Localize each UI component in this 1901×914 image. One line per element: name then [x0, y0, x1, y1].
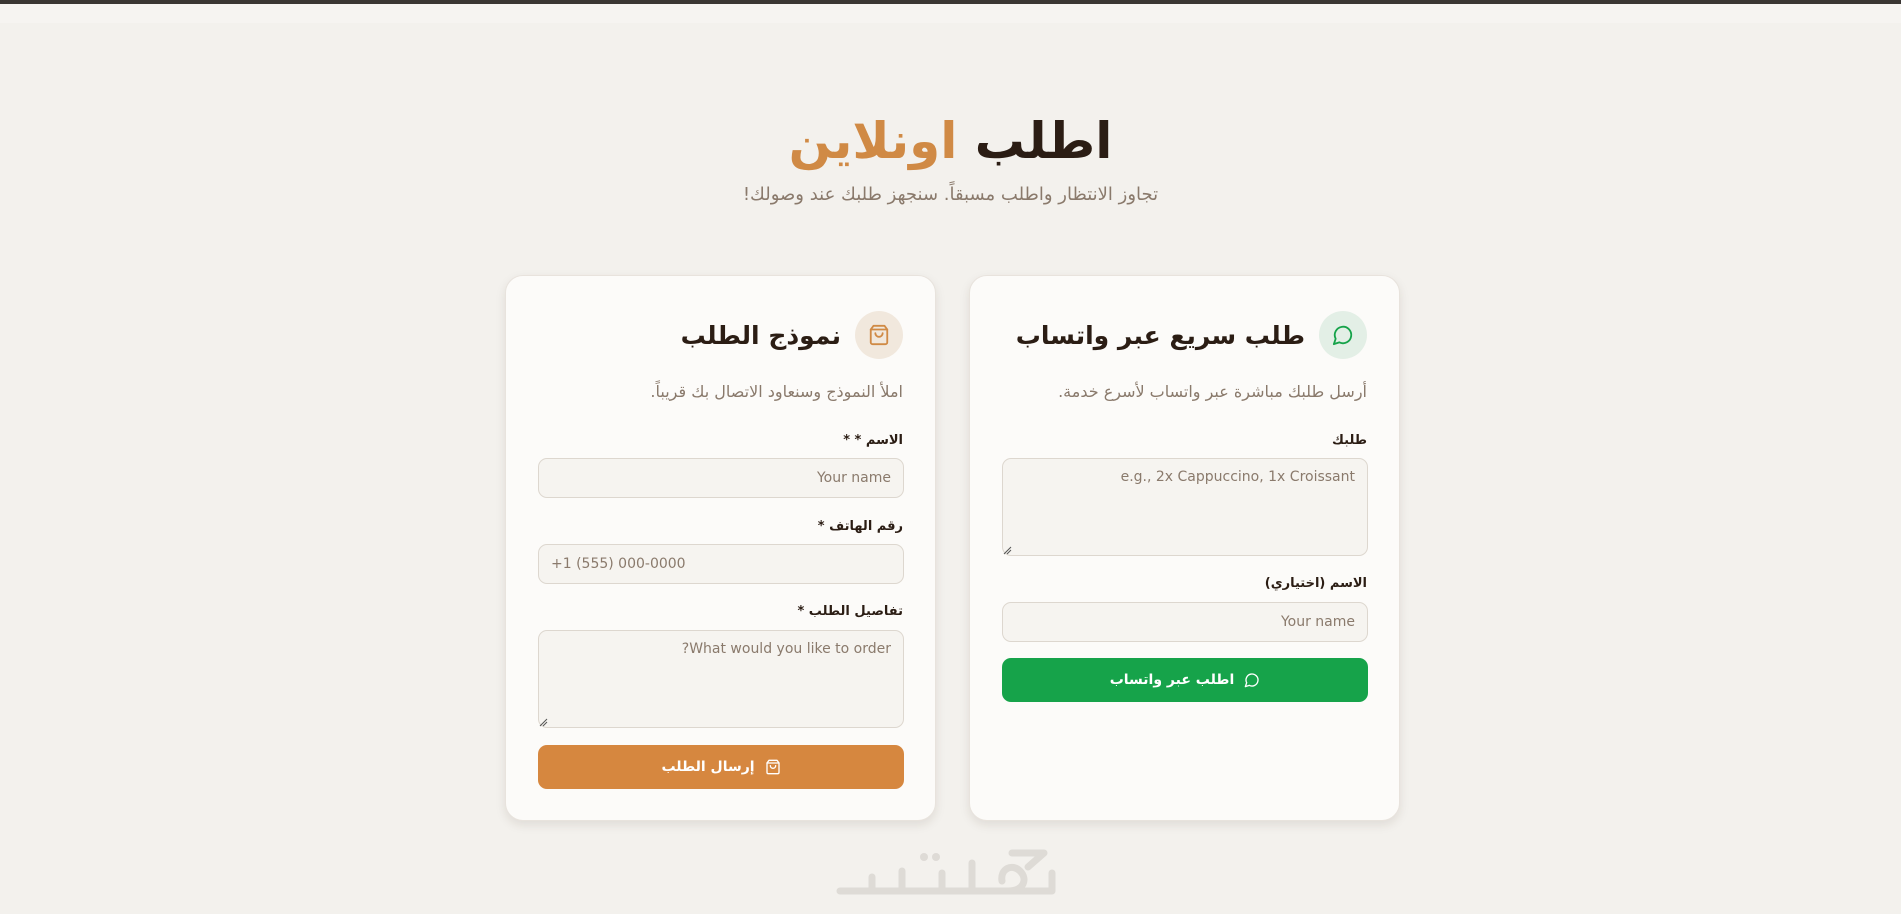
chat-bubble-icon — [1319, 311, 1367, 359]
whatsapp-card-header: طلب سريع عبر واتساب — [1016, 310, 1367, 360]
shopping-bag-icon — [765, 759, 780, 775]
order-via-whatsapp-button[interactable]: اطلب عبر واتساب — [1002, 658, 1368, 702]
order-textarea[interactable] — [1002, 458, 1368, 556]
page-title-accent: اونلاين — [788, 112, 958, 170]
name-label: الاسم * * — [843, 433, 903, 448]
khamsat-watermark-logo — [836, 849, 1056, 895]
order-label: طلبك — [1332, 433, 1367, 448]
whatsapp-card-title: طلب سريع عبر واتساب — [1015, 320, 1305, 350]
page-title: اطلب اونلاين — [0, 112, 1901, 170]
form-card-header: نموذج الطلب — [681, 310, 903, 360]
chat-bubble-icon — [1244, 673, 1259, 688]
order-details-textarea[interactable] — [538, 630, 904, 728]
phone-label: رقم الهاتف * — [817, 519, 903, 534]
form-card-description: املأ النموذج وسنعاود الاتصال بك قريباً. — [650, 382, 903, 401]
whatsapp-order-card: طلب سريع عبر واتساب أرسل طلبك مباشرة عبر… — [969, 275, 1400, 821]
page-subtitle: تجاوز الانتظار واطلب مسبقاً. سنجهز طلبك … — [742, 184, 1159, 205]
top-strip — [0, 4, 1901, 23]
phone-input[interactable] — [538, 544, 904, 584]
whatsapp-name-input[interactable] — [1002, 602, 1368, 642]
resize-grip-icon[interactable] — [539, 718, 548, 727]
order-details-label: تفاصيل الطلب * — [797, 604, 903, 619]
resize-grip-icon[interactable] — [1003, 546, 1012, 555]
name-input[interactable] — [538, 458, 904, 498]
shopping-bag-icon — [855, 311, 903, 359]
submit-button-label: إرسال الطلب — [661, 759, 755, 775]
form-card-title: نموذج الطلب — [680, 320, 841, 350]
order-form-card: نموذج الطلب املأ النموذج وسنعاود الاتصال… — [505, 275, 936, 821]
whatsapp-button-label: اطلب عبر واتساب — [1109, 672, 1235, 688]
whatsapp-card-description: أرسل طلبك مباشرة عبر واتساب لأسرع خدمة. — [1058, 382, 1367, 401]
submit-order-button[interactable]: إرسال الطلب — [538, 745, 904, 789]
page-title-main: اطلب — [974, 112, 1113, 170]
whatsapp-name-label: الاسم (اختياري) — [1264, 576, 1367, 591]
